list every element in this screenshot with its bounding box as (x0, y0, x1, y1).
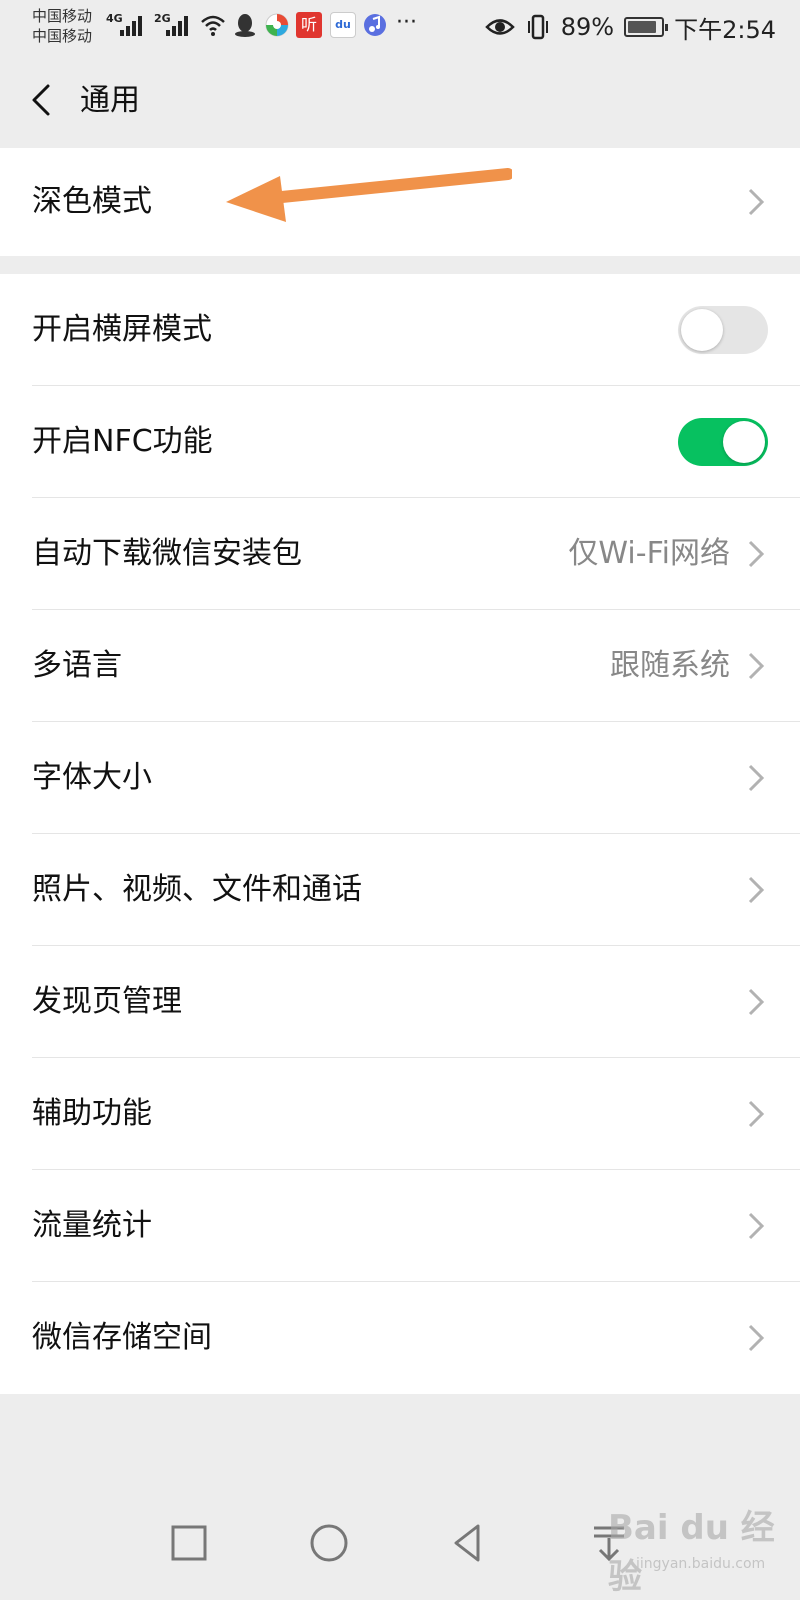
battery-icon (624, 17, 669, 37)
annotation-arrow-icon (226, 168, 512, 222)
settings-item-discover[interactable]: 发现页管理 (0, 946, 800, 1058)
chevron-right-icon (748, 652, 765, 680)
recents-icon[interactable] (164, 1518, 214, 1568)
back-nav-icon[interactable] (444, 1518, 494, 1568)
nfc-toggle[interactable] (678, 418, 768, 466)
clock: 下午2:54 (674, 15, 776, 44)
settings-item-font-size[interactable]: 字体大小 (0, 722, 800, 834)
carrier-2: 中国移动 (32, 27, 93, 45)
watermark: Bai du 经验 jingyan.baidu.com (596, 1500, 796, 1597)
item-label: 微信存储空间 (32, 1320, 212, 1355)
vibrate-icon (527, 14, 548, 40)
signal-icon-2 (166, 14, 192, 36)
item-label: 开启NFC功能 (32, 424, 213, 459)
baidu-icon: du (330, 12, 356, 38)
chevron-right-icon (748, 1100, 765, 1128)
status-bar: 中国移动 中国移动 4G 2G 听 du ··· 89% 下午2:54 (0, 0, 800, 56)
wifi-icon (201, 15, 225, 36)
item-value: 仅Wi-Fi网络 (568, 536, 730, 571)
item-label: 开启横屏模式 (32, 312, 212, 347)
page-title: 通用 (80, 83, 140, 118)
settings-item-auto-download[interactable]: 自动下载微信安装包 仅Wi-Fi网络 (0, 498, 800, 610)
back-icon[interactable] (24, 80, 64, 120)
item-label: 照片、视频、文件和通话 (32, 872, 362, 907)
item-label: 字体大小 (32, 760, 152, 795)
item-label: 辅助功能 (32, 1096, 152, 1131)
item-label: 发现页管理 (32, 984, 182, 1019)
music-icon (364, 14, 386, 36)
settings-item-storage[interactable]: 微信存储空间 (0, 1282, 800, 1394)
eye-comfort-icon (484, 19, 515, 35)
more-icon: ··· (396, 10, 417, 35)
carrier-1: 中国移动 (32, 7, 93, 25)
watermark-text: Bai du 经验 (608, 1508, 775, 1597)
watermark-url: jingyan.baidu.com (636, 1556, 766, 1572)
signal-icon-1 (120, 14, 146, 36)
settings-item-nfc[interactable]: 开启NFC功能 (0, 386, 800, 498)
qq-icon (235, 14, 255, 37)
chevron-right-icon (748, 188, 765, 216)
chevron-right-icon (748, 764, 765, 792)
camera-app-icon (265, 13, 289, 37)
chevron-right-icon (748, 876, 765, 904)
item-label: 自动下载微信安装包 (32, 536, 302, 571)
status-right: 89% 下午2:54 (484, 10, 776, 44)
item-label: 多语言 (32, 648, 122, 683)
item-value: 跟随系统 (610, 648, 730, 683)
settings-group: 开启横屏模式 开启NFC功能 自动下载微信安装包 仅Wi-Fi网络 多语言 跟随… (0, 274, 800, 1394)
chevron-right-icon (748, 1212, 765, 1240)
settings-item-language[interactable]: 多语言 跟随系统 (0, 610, 800, 722)
item-label: 深色模式 (32, 184, 152, 219)
home-icon[interactable] (304, 1518, 354, 1568)
carrier-names: 中国移动 中国移动 (32, 6, 92, 46)
ting-app-icon: 听 (296, 12, 322, 38)
chevron-right-icon (748, 1324, 765, 1352)
chevron-right-icon (748, 988, 765, 1016)
settings-item-landscape[interactable]: 开启横屏模式 (0, 274, 800, 386)
nav-header: 通用 (0, 56, 800, 146)
settings-item-accessibility[interactable]: 辅助功能 (0, 1058, 800, 1170)
chevron-right-icon (748, 540, 765, 568)
battery-percent: 89% (560, 13, 615, 41)
settings-item-traffic[interactable]: 流量统计 (0, 1170, 800, 1282)
settings-item-media[interactable]: 照片、视频、文件和通话 (0, 834, 800, 946)
landscape-toggle[interactable] (678, 306, 768, 354)
item-label: 流量统计 (32, 1208, 152, 1243)
